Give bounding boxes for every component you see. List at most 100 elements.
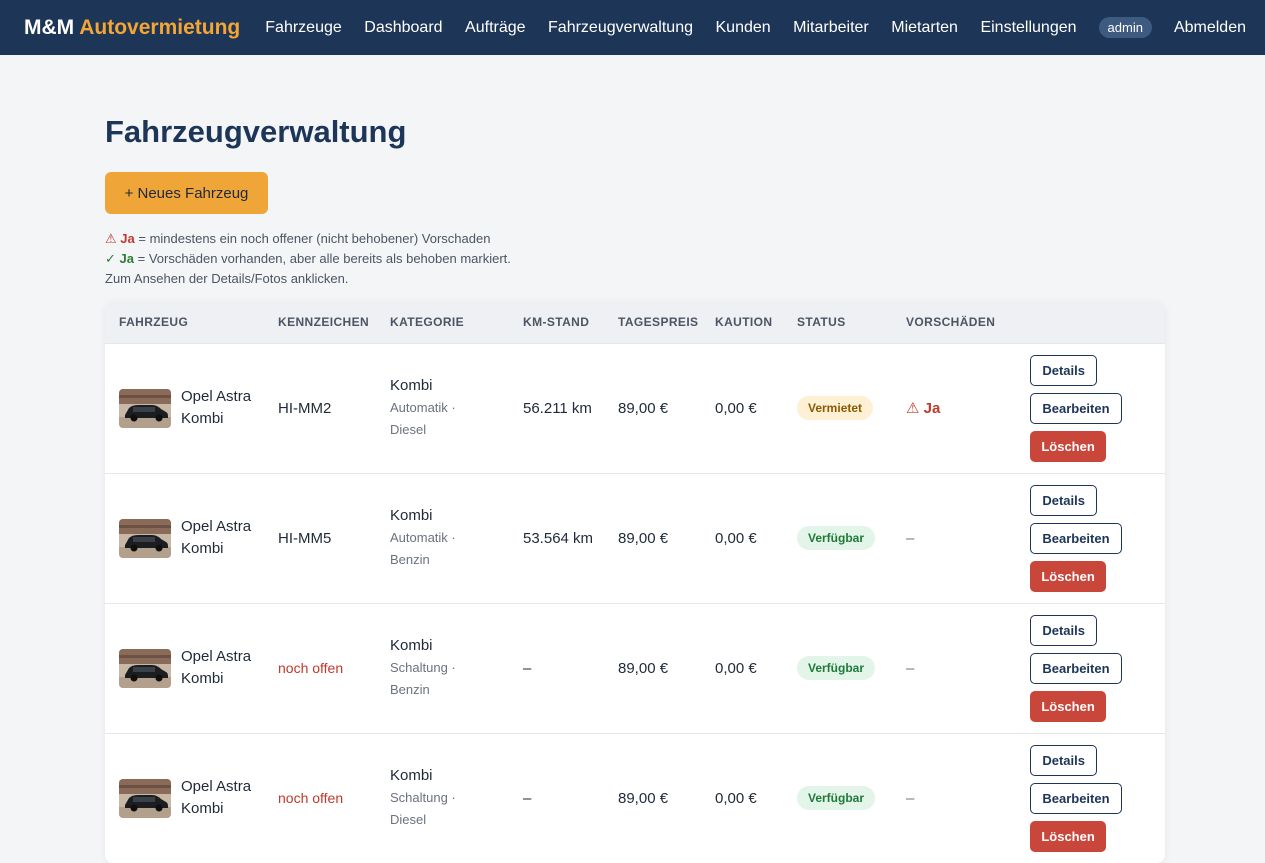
main-content: Fahrzeugverwaltung + Neues Fahrzeug ⚠ Ja… (105, 55, 1165, 863)
vehicle-thumbnail[interactable] (119, 648, 171, 688)
delete-button[interactable]: Löschen (1030, 690, 1106, 722)
plate-cell: HI-MM2 (264, 343, 376, 473)
vehicle-info: Opel Astra Kombi (119, 386, 264, 430)
brand-logo[interactable]: M&M Autovermietung (24, 16, 240, 40)
table-row[interactable]: Opel Astra Kombi HI-MM5 Kombi Automatik … (105, 473, 1165, 603)
page-title: Fahrzeugverwaltung (105, 114, 407, 149)
column-header-damage[interactable]: VORSCHÄDEN (892, 301, 996, 343)
vehicle-cell: Opel Astra Kombi (105, 733, 264, 863)
deposit-cell: 0,00 € (715, 399, 757, 417)
car-photo-icon (119, 648, 171, 688)
edit-button[interactable]: Bearbeiten (1030, 392, 1122, 424)
nav-auftraege[interactable]: Aufträge (465, 19, 525, 37)
details-button[interactable]: Details (1030, 614, 1097, 646)
plate-cell: HI-MM5 (264, 473, 376, 603)
vehicle-name[interactable]: Opel Astra Kombi (181, 776, 261, 820)
delete-button[interactable]: Löschen (1030, 820, 1106, 852)
license-plate: HI-MM2 (278, 399, 332, 417)
details-button[interactable]: Details (1030, 744, 1097, 776)
edit-button[interactable]: Bearbeiten (1030, 782, 1122, 814)
damage-cell: – (892, 603, 995, 733)
nav-mitarbeiter[interactable]: Mitarbeiter (793, 19, 869, 37)
license-plate: noch offen (278, 659, 344, 676)
damage-indicator: ⚠ Ja (906, 400, 941, 417)
category-details: Automatik · Benzin (390, 530, 456, 567)
column-header-status[interactable]: STATUS (783, 301, 892, 343)
daily-price-cell: 89,00 € (618, 529, 669, 547)
status-cell: Verfügbar (783, 473, 892, 603)
table-header-row: FAHRZEUG KENNZEICHEN KATEGORIE KM-STAND … (105, 301, 1165, 343)
logout-link[interactable]: Abmelden (1174, 19, 1246, 37)
daily-price-cell: 89,00 € (618, 659, 669, 677)
table-row[interactable]: Opel Astra Kombi HI-MM2 Kombi Automatik … (105, 343, 1165, 473)
checkmark-icon: ✓ (105, 251, 116, 266)
table-row[interactable]: Opel Astra Kombi noch offen Kombi Schalt… (105, 603, 1165, 733)
plate-cell: noch offen (264, 733, 376, 863)
nav-mietarten[interactable]: Mietarten (891, 19, 958, 37)
legend-open-word: Ja (120, 231, 135, 246)
nav-einstellungen[interactable]: Einstellungen (980, 19, 1076, 37)
main-nav: Fahrzeuge Dashboard Aufträge Fahrzeugver… (265, 17, 1246, 38)
legend-open-damage: ⚠ Ja = mindestens ein noch offener (nich… (105, 229, 1165, 249)
category-cell: Kombi Schaltung · Diesel (376, 733, 509, 863)
vehicle-cell: Opel Astra Kombi (105, 343, 264, 473)
vehicle-thumbnail[interactable] (119, 388, 171, 428)
nav-kunden[interactable]: Kunden (716, 19, 771, 37)
category-name: Kombi (390, 377, 433, 394)
actions-cell: Details Bearbeiten Löschen (995, 603, 1165, 733)
damage-cell: – (892, 733, 995, 863)
edit-button[interactable]: Bearbeiten (1030, 522, 1122, 554)
column-header-plate[interactable]: KENNZEICHEN (264, 301, 376, 343)
column-header-actions (995, 301, 1165, 343)
category-details: Automatik · Diesel (390, 400, 456, 437)
nav-fahrzeuge[interactable]: Fahrzeuge (265, 19, 342, 37)
column-header-deposit[interactable]: KAUTION (701, 301, 783, 343)
details-button[interactable]: Details (1030, 354, 1097, 386)
nav-fahrzeugverwaltung[interactable]: Fahrzeugverwaltung (548, 19, 693, 37)
delete-button[interactable]: Löschen (1030, 430, 1106, 462)
deposit-cell: 0,00 € (715, 789, 757, 807)
category-name: Kombi (390, 637, 433, 654)
details-button[interactable]: Details (1030, 484, 1097, 516)
table-row[interactable]: Opel Astra Kombi noch offen Kombi Schalt… (105, 733, 1165, 863)
vehicle-thumbnail[interactable] (119, 518, 171, 558)
daily-price-cell: 89,00 € (618, 399, 669, 417)
user-badge: admin (1098, 17, 1152, 38)
vehicle-info: Opel Astra Kombi (119, 646, 264, 690)
legend-fixed-damage: ✓ Ja = Vorschäden vorhanden, aber alle b… (105, 249, 1165, 269)
license-plate: noch offen (278, 789, 344, 806)
category-name: Kombi (390, 767, 433, 785)
vehicle-name[interactable]: Opel Astra Kombi (181, 516, 261, 560)
vehicle-name[interactable]: Opel Astra Kombi (181, 646, 261, 690)
mileage-cell: 53.564 km (523, 529, 594, 547)
mileage-cell: – (523, 789, 532, 807)
status-badge: Vermietet (797, 396, 874, 420)
column-header-daily-price[interactable]: TAGESPREIS (604, 301, 701, 343)
legend-hint: Zum Ansehen der Details/Fotos anklicken. (105, 271, 349, 286)
damage-indicator: – (906, 789, 915, 807)
delete-button[interactable]: Löschen (1030, 560, 1106, 592)
car-photo-icon (119, 778, 171, 818)
row-actions: Details Bearbeiten Löschen (1009, 614, 1165, 722)
category-cell: Kombi Automatik · Benzin (376, 473, 509, 603)
row-actions: Details Bearbeiten Löschen (1009, 484, 1165, 592)
row-actions: Details Bearbeiten Löschen (1009, 744, 1165, 852)
category-cell: Kombi Schaltung · Benzin (376, 603, 509, 733)
column-header-mileage[interactable]: KM-STAND (509, 301, 604, 343)
brand-accent: Autovermietung (79, 15, 241, 39)
vehicle-name[interactable]: Opel Astra Kombi (181, 386, 261, 430)
actions-cell: Details Bearbeiten Löschen (995, 473, 1165, 603)
car-photo-icon (119, 388, 171, 428)
category-details: Schaltung · Diesel (390, 790, 456, 828)
nav-dashboard[interactable]: Dashboard (364, 19, 442, 37)
daily-price-cell: 89,00 € (618, 789, 669, 807)
column-header-category[interactable]: KATEGORIE (376, 301, 509, 343)
status-badge: Verfügbar (797, 786, 876, 811)
warning-icon: ⚠ (105, 231, 117, 246)
legend-fixed-text: = Vorschäden vorhanden, aber alle bereit… (134, 251, 511, 266)
edit-button[interactable]: Bearbeiten (1030, 652, 1122, 684)
column-header-vehicle[interactable]: FAHRZEUG (105, 301, 264, 343)
legend-fixed-word: Ja (119, 251, 134, 266)
vehicle-thumbnail[interactable] (119, 778, 171, 818)
add-vehicle-button[interactable]: + Neues Fahrzeug (105, 172, 268, 214)
